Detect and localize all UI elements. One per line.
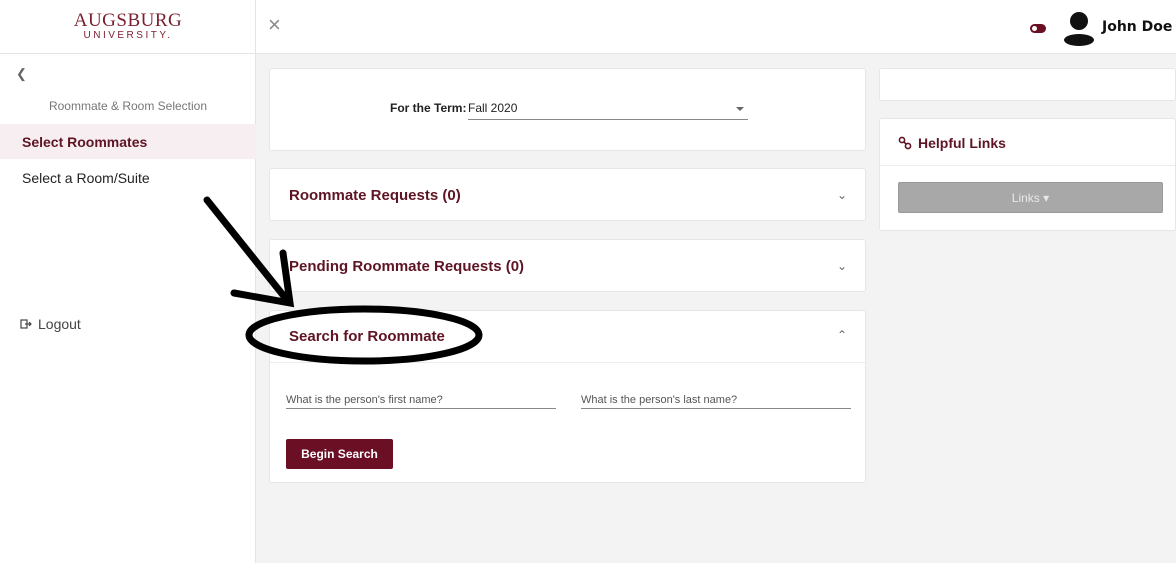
links-button-label: Links	[1011, 190, 1040, 205]
roommate-requests-title: Roommate Requests (0)	[289, 187, 461, 204]
sidebar-item-select-roommates[interactable]: Select Roommates	[0, 124, 256, 159]
user-name[interactable]: John Doe	[1102, 19, 1172, 35]
term-value: Fall 2020	[468, 101, 518, 115]
logo-name: AUGSBURG	[73, 10, 183, 31]
last-name-input[interactable]	[581, 394, 851, 406]
right-top-card	[879, 68, 1176, 101]
search-panel: Search for Roommate ⌃ Begin Search	[269, 310, 866, 483]
first-name-field[interactable]	[286, 390, 556, 409]
links-dropdown-button[interactable]: Links ▾	[898, 182, 1163, 213]
theme-toggle[interactable]	[1030, 24, 1046, 33]
term-select[interactable]: Fall 2020	[468, 99, 748, 120]
logout-link[interactable]: Logout	[20, 316, 81, 332]
search-panel-title: Search for Roommate	[289, 328, 445, 345]
sidebar: AUGSBURG UNIVERSITY. ❮ Roommate & Room S…	[0, 0, 256, 563]
chevron-down-icon[interactable]: ⌄	[837, 188, 847, 202]
roommate-requests-panel[interactable]: Roommate Requests (0) ⌄	[269, 168, 866, 221]
sidebar-item-select-room[interactable]: Select a Room/Suite	[0, 160, 256, 195]
caret-down-icon: ▾	[1043, 190, 1050, 205]
link-icon	[898, 136, 912, 150]
chevron-down-icon[interactable]: ⌄	[837, 259, 847, 273]
helpful-links-heading: Helpful Links	[898, 135, 1006, 151]
pending-requests-panel[interactable]: Pending Roommate Requests (0) ⌄	[269, 239, 866, 292]
logo-sub: UNIVERSITY.	[83, 30, 173, 41]
chevron-up-icon[interactable]: ⌃	[837, 328, 847, 342]
caret-down-icon	[736, 107, 744, 111]
helpful-links-header: Helpful Links	[880, 119, 1175, 166]
helpful-links-title: Helpful Links	[918, 135, 1006, 151]
university-logo[interactable]: AUGSBURG UNIVERSITY.	[0, 0, 256, 54]
pending-requests-title: Pending Roommate Requests (0)	[289, 258, 525, 275]
search-panel-header[interactable]: Search for Roommate ⌃	[270, 311, 865, 363]
last-name-field[interactable]	[581, 390, 851, 409]
term-card: For the Term: Fall 2020	[269, 68, 866, 151]
chevron-left-icon[interactable]: ❮	[16, 66, 27, 82]
begin-search-button[interactable]: Begin Search	[286, 439, 393, 469]
logout-label: Logout	[38, 316, 81, 332]
helpful-links-card: Helpful Links Links ▾	[879, 118, 1176, 231]
user-avatar-icon[interactable]	[1062, 10, 1096, 46]
sidebar-section-title: Roommate & Room Selection	[48, 99, 208, 113]
term-label: For the Term:	[390, 101, 467, 115]
logout-icon	[20, 319, 32, 329]
close-icon[interactable]: ×	[268, 14, 281, 36]
first-name-input[interactable]	[286, 394, 556, 406]
top-bar: × John Doe	[256, 0, 1176, 54]
